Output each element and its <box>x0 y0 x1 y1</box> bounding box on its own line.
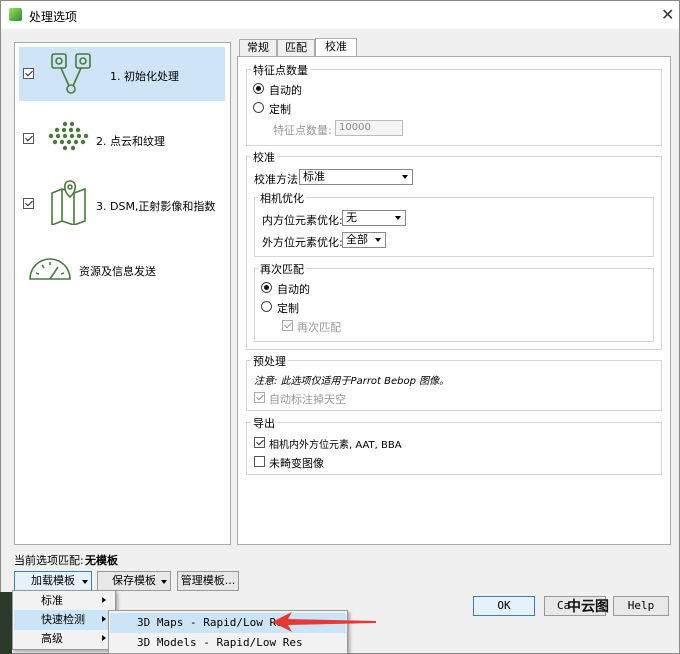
app-icon <box>9 8 22 21</box>
menu-item-rapid-check[interactable]: 快速检测 <box>14 610 114 630</box>
close-icon[interactable]: ✕ <box>661 5 674 24</box>
export-undistorted-label: 未畸变图像 <box>269 457 324 470</box>
chevron-right-icon <box>102 616 106 622</box>
rematch-custom-radio[interactable] <box>261 301 272 312</box>
current-template-value: 无模板 <box>85 554 118 567</box>
external-params-label: 外方位元素优化: <box>262 236 343 249</box>
load-template-menu: 标准 快速检测 高级 <box>12 590 116 650</box>
tab-matching[interactable]: 匹配 <box>277 39 315 56</box>
dsm-map-icon <box>51 180 86 225</box>
calibration-method-select[interactable]: 标准 <box>299 169 413 185</box>
title-bar: 处理选项 ✕ <box>1 1 679 29</box>
step-point-cloud-label: 2. 点云和纹理 <box>96 135 165 148</box>
menu-item-standard[interactable]: 标准 <box>14 591 114 611</box>
sky-annotation-checkbox[interactable] <box>254 392 265 403</box>
export-undistorted-checkbox[interactable] <box>254 456 265 467</box>
keypoints-auto-label: 自动的 <box>269 84 302 97</box>
keypoints-count-input[interactable]: 10000 <box>335 120 403 136</box>
step-point-cloud[interactable]: 2. 点云和纹理 <box>19 109 225 163</box>
chevron-down-icon <box>375 238 381 242</box>
menu-item-standard-label: 标准 <box>41 594 63 607</box>
keypoints-custom-label: 定制 <box>269 103 291 116</box>
export-group-label: 导出 <box>251 415 277 431</box>
menu-item-rapid-check-label: 快速检测 <box>41 613 85 626</box>
point-cloud-icon <box>48 121 89 151</box>
chevron-right-icon <box>102 597 106 603</box>
keypoints-group-label: 特征点数量 <box>251 62 310 78</box>
watermark-text: 中云图 <box>567 599 609 615</box>
menu-item-advanced-label: 高级 <box>41 632 63 645</box>
step-dsm-label: 3. DSM,正射影像和指数 <box>96 200 216 213</box>
chevron-down-icon <box>82 580 88 584</box>
window-title: 处理选项 <box>29 10 78 24</box>
chevron-down-icon <box>161 580 167 584</box>
step-dsm-checkbox[interactable] <box>23 198 34 209</box>
calibration-method-value: 标准 <box>303 170 325 183</box>
save-template-label: 保存模板 <box>112 574 156 587</box>
sky-annotation-label: 自动标注掉天空 <box>269 393 346 406</box>
keypoints-auto-radio[interactable] <box>253 83 264 94</box>
external-params-value: 全部 <box>346 233 368 246</box>
step-initial-processing-checkbox[interactable] <box>23 68 34 79</box>
rematch-checkbox-label: 再次匹配 <box>297 321 341 334</box>
initial-processing-icon <box>51 53 91 94</box>
chevron-down-icon <box>402 175 408 179</box>
rematch-checkbox[interactable] <box>282 320 293 331</box>
help-button[interactable]: Help <box>613 596 669 616</box>
step-point-cloud-checkbox[interactable] <box>23 133 34 144</box>
current-template-label: 当前选项匹配: <box>14 554 84 567</box>
external-params-select[interactable]: 全部 <box>342 232 386 248</box>
step-list: 1. 初始化处理 2. 点云和纹理 3. DSM,正射影像和指数 资源及信息发送 <box>14 42 231 545</box>
step-resources-label: 资源及信息发送 <box>79 265 156 278</box>
keypoints-count-label: 特征点数量: <box>273 124 332 137</box>
manage-templates-button[interactable]: 管理模板... <box>177 571 239 591</box>
calibration-group-label: 校准 <box>251 149 277 165</box>
submenu-item-3d-models[interactable]: 3D Models - Rapid/Low Res <box>110 633 346 653</box>
step-initial-processing[interactable]: 1. 初始化处理 <box>19 47 225 101</box>
rematch-auto-radio[interactable] <box>261 282 272 293</box>
export-camera-params-checkbox[interactable] <box>254 437 265 448</box>
step-dsm[interactable]: 3. DSM,正射影像和指数 <box>19 175 225 229</box>
processing-options-dialog: 处理选项 ✕ 1. 初始化处理 2. 点云和纹理 3. DSM,正射影像和指数 … <box>0 0 680 654</box>
background-strip <box>0 592 12 654</box>
internal-params-select[interactable]: 无 <box>342 210 406 226</box>
load-template-button[interactable]: 加载模板 <box>14 571 92 591</box>
rematch-group-label: 再次匹配 <box>258 261 306 277</box>
rematch-auto-label: 自动的 <box>277 283 310 296</box>
annotation-arrow-icon <box>272 612 376 632</box>
internal-params-label: 内方位元素优化: <box>262 214 343 227</box>
gauge-icon <box>29 258 71 280</box>
save-template-button[interactable]: 保存模板 <box>97 571 171 591</box>
step-resources[interactable]: 资源及信息发送 <box>19 241 225 295</box>
chevron-right-icon <box>102 635 106 641</box>
rematch-custom-label: 定制 <box>277 302 299 315</box>
preprocessing-group-label: 预处理 <box>251 353 288 369</box>
tab-general[interactable]: 常规 <box>239 39 277 56</box>
export-camera-params-label: 相机内外方位元素, AAT, BBA <box>269 440 402 451</box>
calibration-method-label: 校准方法 <box>254 173 298 186</box>
keypoints-custom-radio[interactable] <box>253 102 264 113</box>
chevron-down-icon <box>395 216 401 220</box>
tab-calibration[interactable]: 校准 <box>315 38 357 57</box>
step-initial-processing-label: 1. 初始化处理 <box>110 70 179 83</box>
preprocessing-note: 注意: 此选项仅适用于Parrot Bebop 图像。 <box>254 376 450 387</box>
load-template-label: 加载模板 <box>31 574 75 587</box>
ok-button[interactable]: OK <box>473 596 535 616</box>
menu-item-advanced[interactable]: 高级 <box>14 629 114 649</box>
camera-optimization-label: 相机优化 <box>258 190 306 206</box>
internal-params-value: 无 <box>346 211 357 224</box>
